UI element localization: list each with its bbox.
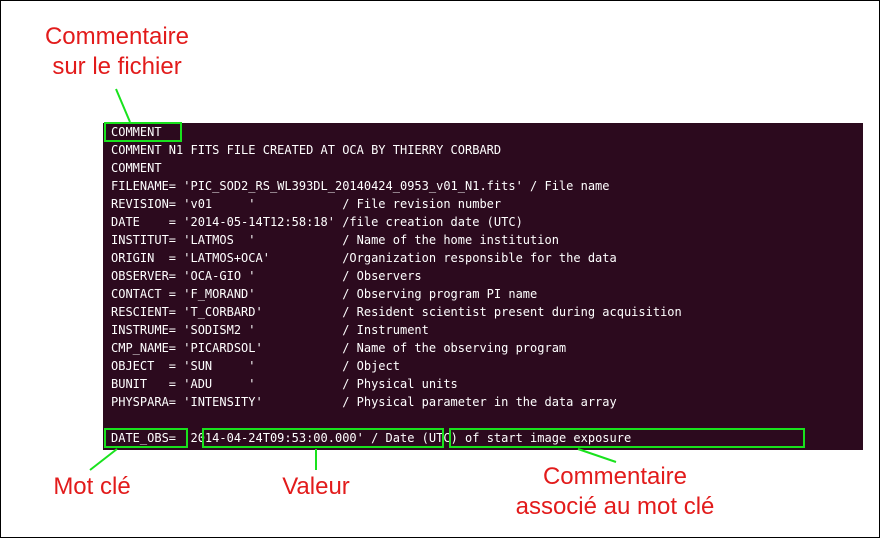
header-line: COMMENT bbox=[111, 161, 162, 175]
annotation-keyword-comment-line-1: Commentaire bbox=[542, 463, 688, 490]
header-line: CMP_NAME= 'PICARDSOL' / Name of the obse… bbox=[111, 341, 567, 355]
annotation-keyword-comment-line-2: associé au mot clé bbox=[515, 493, 715, 520]
header-line: INSTITUT= 'LATMOS ' / Name of the home i… bbox=[111, 233, 559, 247]
header-line: FILENAME= 'PIC_SOD2_RS_WL393DL_20140424_… bbox=[111, 179, 610, 193]
header-line: OBJECT = 'SUN ' / Object bbox=[111, 359, 400, 373]
header-line: CONTACT = 'F_MORAND' / Observing program… bbox=[111, 287, 538, 301]
header-line: RESCIENT= 'T_CORBARD' / Resident scienti… bbox=[111, 305, 682, 319]
header-line: COMMENT N1 FITS FILE CREATED AT OCA BY T… bbox=[111, 143, 502, 157]
header-line: OBSERVER= 'OCA-GIO ' / Observers bbox=[111, 269, 422, 283]
annotation-keyword-comment: Commentaire associé au mot clé bbox=[500, 462, 730, 522]
header-line: REVISION= 'v01 ' / File revision number bbox=[111, 197, 502, 211]
highlight-date-obs-value bbox=[202, 428, 444, 448]
header-line: INSTRUME= 'SODISM2 ' / Instrument bbox=[111, 323, 429, 337]
fits-header-terminal: COMMENT COMMENT N1 FITS FILE CREATED AT … bbox=[103, 123, 863, 450]
annotation-file-comment: Commentaire sur le fichier bbox=[22, 22, 212, 82]
header-line: DATE = '2014-05-14T12:58:18' /file creat… bbox=[111, 215, 523, 229]
header-line: ORIGIN = 'LATMOS+OCA' /Organization resp… bbox=[111, 251, 617, 265]
header-line: BUNIT = 'ADU ' / Physical units bbox=[111, 377, 458, 391]
highlight-date-obs-keyword bbox=[104, 428, 188, 448]
annotation-keyword: Mot clé bbox=[53, 473, 131, 500]
annotation-value: Valeur bbox=[282, 473, 350, 500]
highlight-comment-keyword bbox=[104, 122, 182, 142]
annotation-file-comment-line-1: Commentaire bbox=[44, 23, 190, 50]
header-line: PHYSPARA= 'INTENSITY' / Physical paramet… bbox=[111, 395, 617, 409]
annotation-file-comment-line-2: sur le fichier bbox=[52, 53, 182, 80]
highlight-date-obs-comment bbox=[449, 428, 805, 448]
